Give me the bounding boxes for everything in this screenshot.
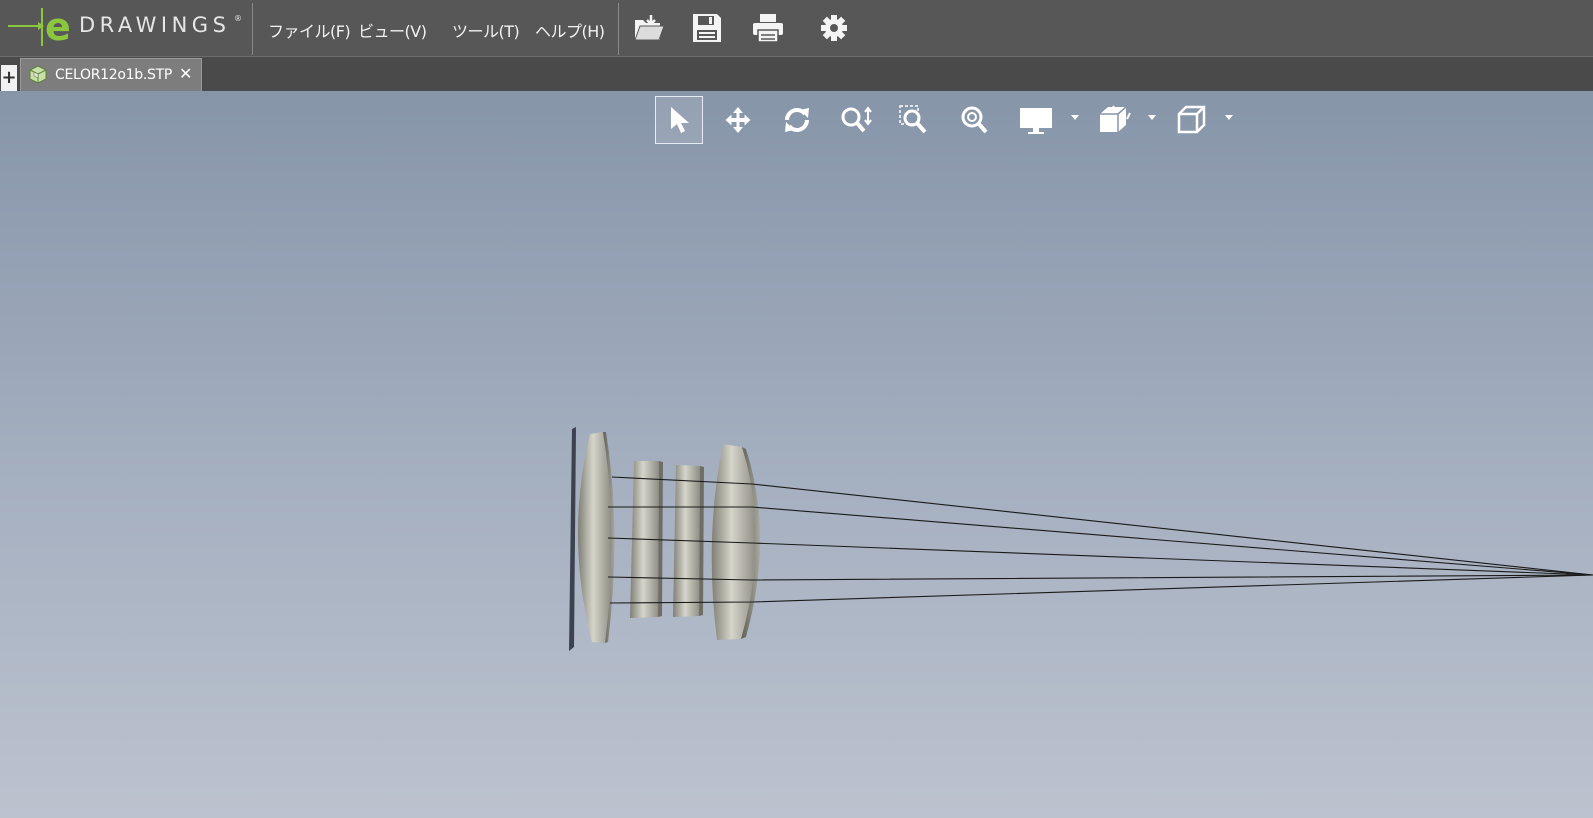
- tab-document-label: CELOR12o1b.STP: [55, 67, 172, 83]
- edrawings-logo: e DRAWINGS ®: [0, 0, 252, 56]
- image-plane: [569, 427, 576, 651]
- edrawings-logo-mark-icon: e: [8, 6, 71, 49]
- menu-view[interactable]: ビュー(V): [358, 18, 427, 42]
- logo-mark: e: [45, 6, 71, 49]
- assembly-file-icon: [28, 65, 48, 89]
- menu-help[interactable]: ヘルプ(H): [535, 18, 605, 42]
- save-icon: [693, 14, 721, 42]
- gear-icon: [821, 15, 847, 41]
- separator: [618, 3, 619, 55]
- tab-document[interactable]: CELOR12o1b.STP ✕: [20, 58, 202, 91]
- lens-element-1: [577, 432, 612, 643]
- save-button[interactable]: [685, 8, 729, 48]
- 3d-viewport[interactable]: [0, 91, 1593, 818]
- menu-file[interactable]: ファイル(F): [268, 18, 351, 42]
- menu-tools[interactable]: ツール(T): [452, 18, 520, 42]
- separator: [252, 3, 253, 55]
- open-file-icon: [634, 15, 665, 41]
- settings-button[interactable]: [812, 8, 856, 48]
- new-tab-button[interactable]: +: [1, 65, 17, 91]
- print-icon: [753, 14, 783, 43]
- print-button[interactable]: [746, 8, 790, 48]
- logo-text: DRAWINGS: [79, 13, 231, 37]
- tab-bar: + CELOR12o1b.STP ✕: [0, 57, 1593, 91]
- title-bar: e DRAWINGS ® ファイル(F) ビュー(V) ツール(T) ヘルプ(H…: [0, 0, 1593, 57]
- lens-assembly-model[interactable]: [0, 91, 1593, 818]
- close-tab-icon[interactable]: ✕: [179, 64, 192, 83]
- logo-registered: ®: [234, 14, 242, 23]
- open-file-button[interactable]: [627, 8, 671, 48]
